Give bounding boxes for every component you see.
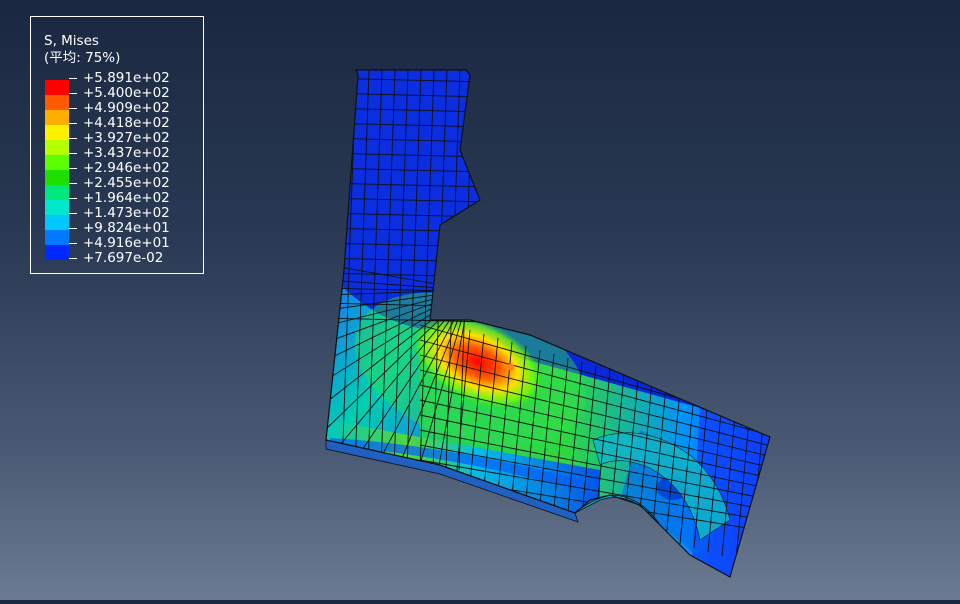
- legend-value: +5.891e+02: [69, 70, 170, 86]
- legend-value: +4.916e+01: [69, 235, 170, 251]
- legend-swatch: [45, 110, 69, 125]
- legend-swatch: [45, 155, 69, 170]
- legend-swatch: [45, 230, 69, 245]
- legend-value-labels: +5.891e+02 +5.400e+02 +4.909e+02 +4.418e…: [69, 70, 170, 266]
- legend-swatch: [45, 215, 69, 230]
- legend-value: +4.418e+02: [69, 115, 170, 131]
- legend-title: S, Mises (平均: 75%): [44, 33, 120, 67]
- legend-value: +7.697e-02: [69, 251, 170, 266]
- legend-swatch: [45, 245, 69, 260]
- legend-value: +3.927e+02: [69, 130, 170, 146]
- legend-swatch: [45, 185, 69, 200]
- legend-value: +2.455e+02: [69, 175, 170, 191]
- contour-legend[interactable]: S, Mises (平均: 75%) +5.891e+02 +5.400e+02…: [30, 16, 204, 274]
- legend-swatch: [45, 80, 69, 95]
- legend-averaging: (平均: 75%): [44, 50, 121, 66]
- legend-value: +2.946e+02: [69, 160, 170, 176]
- legend-value: +1.964e+02: [69, 190, 170, 206]
- legend-swatch: [45, 140, 69, 155]
- legend-value: +3.437e+02: [69, 145, 170, 161]
- legend-value: +5.400e+02: [69, 85, 170, 101]
- legend-swatch: [45, 170, 69, 185]
- legend-swatch: [45, 125, 69, 140]
- legend-value: +4.909e+02: [69, 100, 170, 116]
- legend-value: +1.473e+02: [69, 205, 170, 221]
- legend-swatch: [45, 200, 69, 215]
- legend-value: +9.824e+01: [69, 220, 170, 236]
- legend-color-bar: [45, 80, 69, 260]
- max-stress-marker: [507, 363, 515, 371]
- legend-variable-name: S, Mises: [44, 33, 99, 49]
- legend-swatch: [45, 95, 69, 110]
